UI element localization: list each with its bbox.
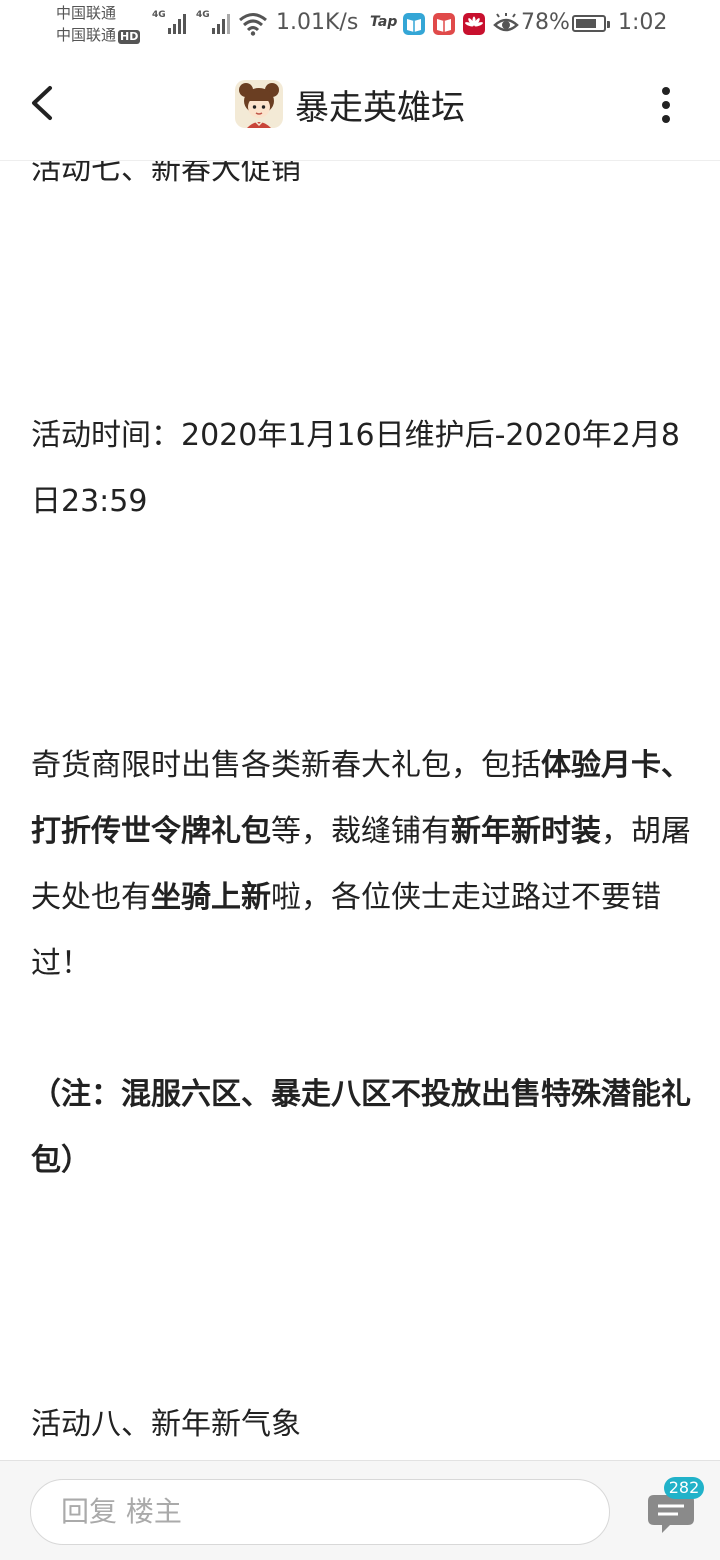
signal-2-icon: 4G xyxy=(196,10,230,34)
more-options-button[interactable] xyxy=(650,82,682,128)
taptap-icon: Tap xyxy=(370,14,398,30)
signal-1-label: 4G xyxy=(152,10,166,20)
battery-percent: 78% xyxy=(521,10,570,35)
clock: 1:02 xyxy=(618,10,668,35)
screen: 活动七、新春大促销 活动时间：2020年1月16日维护后-2020年2月8日23… xyxy=(0,0,720,1560)
book-app-icon xyxy=(433,13,455,35)
eye-comfort-icon xyxy=(493,13,519,32)
signal-1-icon: 4G xyxy=(152,10,186,34)
hd-badge: HD xyxy=(118,30,141,44)
desc-text-1: 奇货商限时出售各类新春大礼包，包括 xyxy=(31,748,541,783)
reader-app-icon xyxy=(403,13,425,35)
chevron-left-icon xyxy=(32,86,52,120)
desc-bold-2: 新年新时装 xyxy=(451,814,601,849)
bottom-reply-bar: 回复 楼主 282 xyxy=(0,1460,720,1560)
activity-description: 奇货商限时出售各类新春大礼包，包括体验月卡、打折传世令牌礼包等，裁缝铺有新年新时… xyxy=(31,733,691,997)
top-app-bar: 暴走英雄坛 xyxy=(0,50,720,161)
forum-title-group: 暴走英雄坛 xyxy=(235,78,465,130)
section-heading-8: 活动八、新年新气象 xyxy=(31,1407,301,1442)
more-vertical-icon xyxy=(662,87,670,123)
reply-input[interactable]: 回复 楼主 xyxy=(30,1479,610,1545)
wifi-icon xyxy=(239,13,267,36)
signal-2-label: 4G xyxy=(196,10,210,20)
post-content[interactable]: 活动七、新春大促销 活动时间：2020年1月16日维护后-2020年2月8日23… xyxy=(0,0,720,1460)
status-bar: 中国联通 中国联通 HD 4G 4G 1.01K/s Tap 78% 1:02 xyxy=(0,0,720,50)
carrier-2-label: 中国联通 xyxy=(56,26,117,44)
carrier-2: 中国联通 HD xyxy=(56,26,141,44)
activity-time-text: 活动时间：2020年1月16日维护后-2020年2月8日23:59 xyxy=(31,418,680,519)
comment-count-badge: 282 xyxy=(664,1477,704,1499)
huawei-app-icon xyxy=(463,13,485,35)
desc-text-2: 等，裁缝铺有 xyxy=(271,814,451,849)
battery-icon xyxy=(572,15,610,32)
page-title: 暴走英雄坛 xyxy=(295,87,465,128)
activity-note: （注：混服六区、暴走八区不投放出售特殊潜能礼包） xyxy=(31,1077,691,1178)
desc-bold-3: 坐骑上新 xyxy=(151,880,271,915)
network-speed: 1.01K/s xyxy=(276,10,359,35)
back-button[interactable] xyxy=(24,80,64,126)
forum-avatar xyxy=(235,80,283,128)
carrier-1: 中国联通 xyxy=(56,4,117,22)
